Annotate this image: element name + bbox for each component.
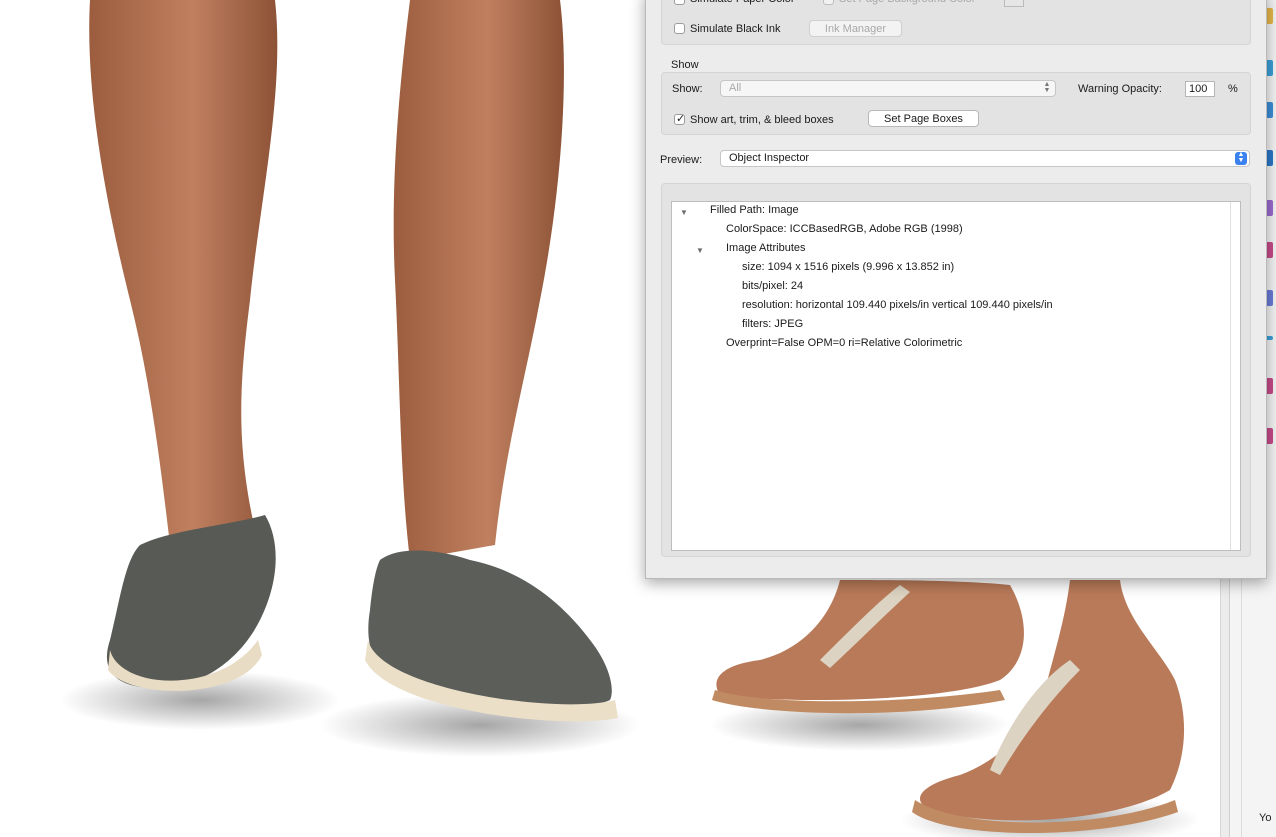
updown-arrows-icon: ▲ ▼: [1235, 151, 1247, 165]
preview-select[interactable]: Object Inspector ▲ ▼: [720, 150, 1250, 167]
warning-opacity-input[interactable]: 100: [1185, 81, 1215, 97]
tree-item-overprint[interactable]: Overprint=False OPM=0 ri=Relative Colori…: [726, 337, 962, 349]
side-panel-text: Yo: [1259, 812, 1272, 824]
warning-opacity-label: Warning Opacity:: [1078, 83, 1162, 95]
show-label: Show:: [672, 83, 703, 95]
set-page-background-color-checkbox[interactable]: [823, 0, 834, 5]
disclosure-triangle-icon[interactable]: ▼: [680, 208, 688, 217]
show-group-title: Show: [671, 59, 699, 71]
show-boxes-checkbox[interactable]: [674, 112, 685, 125]
preview-label: Preview:: [660, 154, 703, 166]
tree-scrollbar-track[interactable]: [1230, 202, 1231, 550]
output-preview-dialog: Simulate Paper Color Set Page Background…: [645, 0, 1267, 579]
set-page-boxes-button[interactable]: Set Page Boxes: [868, 110, 979, 127]
tree-item-colorspace[interactable]: ColorSpace: ICCBasedRGB, Adobe RGB (1998…: [726, 223, 963, 235]
preview-select-value: Object Inspector: [729, 152, 810, 164]
object-inspector-tree[interactable]: ▼ Filled Path: Image ColorSpace: ICCBase…: [671, 201, 1241, 551]
set-page-background-color-label: Set Page Background Color: [839, 0, 975, 5]
tree-item-bits[interactable]: bits/pixel: 24: [742, 280, 803, 292]
simulate-paper-color-label: Simulate Paper Color: [690, 0, 795, 5]
tree-item-filters[interactable]: filters: JPEG: [742, 318, 803, 330]
show-select-value: All: [729, 82, 742, 94]
show-select[interactable]: All ▲ ▼: [720, 80, 1056, 97]
tree-item-size[interactable]: size: 1094 x 1516 pixels (9.996 x 13.852…: [742, 261, 954, 273]
tree-item-filled-path[interactable]: Filled Path: Image: [710, 204, 799, 216]
simulate-black-ink-checkbox[interactable]: [674, 23, 685, 34]
simulate-paper-color-checkbox[interactable]: [674, 0, 685, 5]
background-color-swatch[interactable]: [1004, 0, 1024, 7]
simulate-black-ink-label: Simulate Black Ink: [690, 23, 781, 35]
updown-arrows-icon: ▲ ▼: [1043, 81, 1051, 94]
ink-manager-button[interactable]: Ink Manager: [809, 20, 902, 37]
show-boxes-label: Show art, trim, & bleed boxes: [690, 114, 834, 126]
disclosure-triangle-icon[interactable]: ▼: [696, 246, 704, 255]
tree-item-resolution[interactable]: resolution: horizontal 109.440 pixels/in…: [742, 299, 1053, 311]
percent-label: %: [1228, 83, 1238, 95]
tree-item-image-attributes[interactable]: Image Attributes: [726, 242, 806, 254]
